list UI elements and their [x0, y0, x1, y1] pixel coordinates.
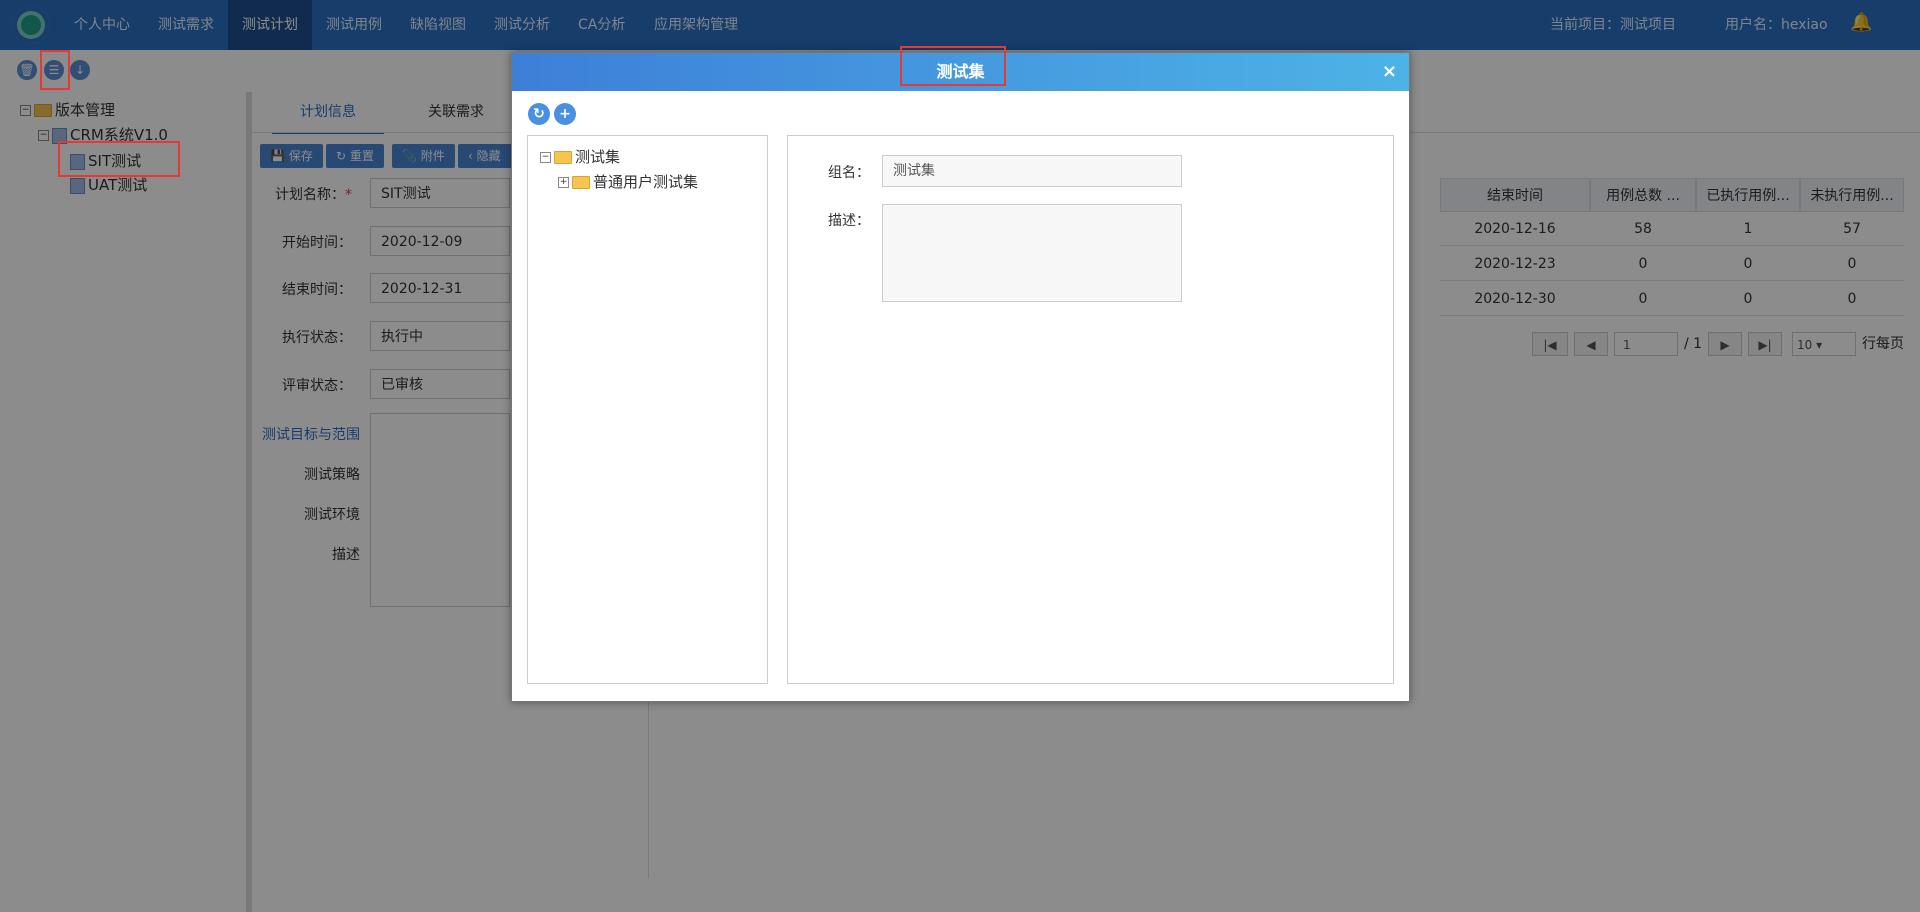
- group-name-label: 组名：: [828, 165, 870, 181]
- tree-root-label: 测试集: [575, 148, 621, 166]
- tree-child-label: 普通用户测试集: [593, 173, 699, 191]
- highlight-dialog-title: [900, 46, 1006, 86]
- folder-icon: [554, 151, 572, 164]
- add-icon[interactable]: +: [554, 103, 576, 125]
- close-icon[interactable]: ×: [1382, 53, 1397, 91]
- description-label: 描述：: [828, 213, 870, 229]
- test-set-tree: − 测试集 + 普通用户测试集: [527, 135, 768, 684]
- highlight-sit-plan: [58, 141, 180, 177]
- group-name-input[interactable]: 测试集: [882, 155, 1182, 187]
- highlight-list-icon: [40, 50, 70, 90]
- expand-icon[interactable]: +: [558, 177, 569, 188]
- folder-icon: [572, 176, 590, 189]
- tree-normal-user-set[interactable]: + 普通用户测试集: [558, 171, 698, 192]
- test-set-dialog: 测试集 × ↻ + − 测试集 + 普通用户测试集 组名： 测试集 描述：: [511, 52, 1410, 702]
- tree-test-set-root[interactable]: − 测试集: [540, 146, 620, 167]
- description-textarea[interactable]: [882, 204, 1182, 302]
- refresh-icon[interactable]: ↻: [528, 103, 550, 125]
- test-set-form: 组名： 测试集 描述：: [787, 135, 1394, 684]
- collapse-icon[interactable]: −: [540, 152, 551, 163]
